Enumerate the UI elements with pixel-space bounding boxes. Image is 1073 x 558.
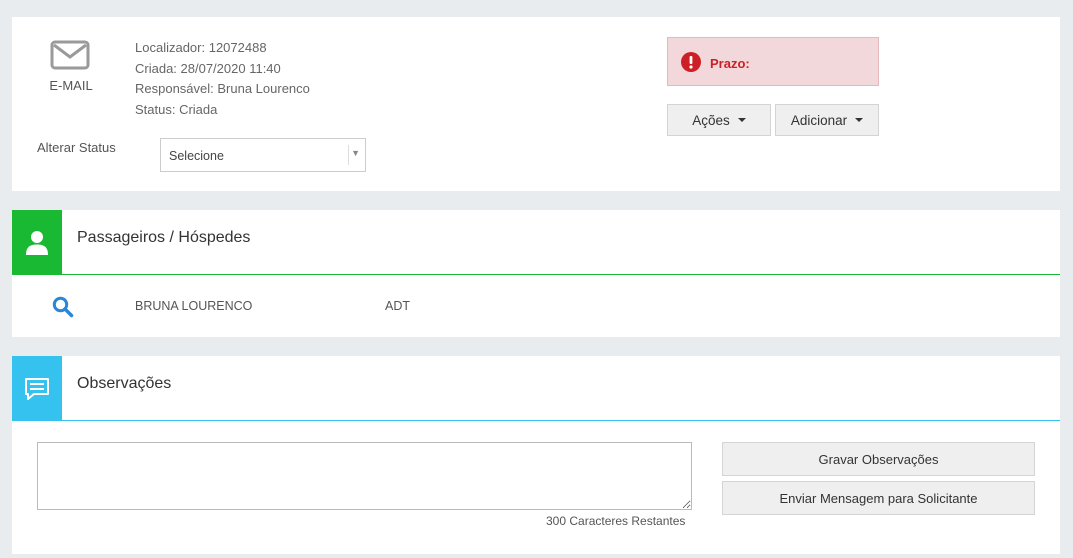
passenger-name: BRUNA LOURENCO <box>135 299 253 313</box>
passengers-card: Passageiros / Hóspedes BRUNA LOURENCO AD… <box>12 210 1060 337</box>
observations-title: Observações <box>77 375 172 392</box>
localizador-text: Localizador: 12072488 <box>135 40 267 55</box>
responsible-text: Responsável: Bruna Lourenco <box>135 81 310 96</box>
send-message-label: Enviar Mensagem para Solicitante <box>779 490 978 506</box>
channel-label: E-MAIL <box>49 78 93 93</box>
user-icon <box>12 210 62 275</box>
caret-down-icon <box>855 118 864 122</box>
acoes-dropdown-button[interactable]: Ações <box>667 104 771 136</box>
created-text: Criada: 28/07/2020 11:40 <box>135 60 281 76</box>
exclamation-icon <box>681 52 701 77</box>
chevron-down-icon: ▼ <box>351 148 360 158</box>
deadline-alert: Prazo: <box>667 37 879 86</box>
select-divider <box>348 145 349 165</box>
observations-textarea[interactable] <box>37 442 692 510</box>
status-select[interactable]: Selecione ▼ <box>160 138 366 172</box>
adicionar-dropdown-button[interactable]: Adicionar <box>775 104 879 136</box>
deadline-label: Prazo: <box>710 56 750 71</box>
status-text: Status: Criada <box>135 101 218 117</box>
observations-card: Observações 300 Caracteres Restantes Gra… <box>12 356 1060 554</box>
section-divider <box>12 420 1060 421</box>
passengers-title: Passageiros / Hóspedes <box>77 229 251 246</box>
comment-icon <box>12 356 62 421</box>
save-observations-label: Gravar Observações <box>818 451 939 467</box>
alterar-status-label: Alterar Status <box>37 140 116 155</box>
passenger-type: ADT <box>385 299 410 313</box>
characters-remaining: 300 Caracteres Restantes <box>546 514 686 528</box>
section-divider <box>12 274 1060 275</box>
adicionar-label: Adicionar <box>790 112 848 128</box>
observations-header: Observações <box>12 356 1060 421</box>
passengers-header: Passageiros / Hóspedes <box>12 210 1060 275</box>
acoes-label: Ações <box>692 112 730 128</box>
send-message-button[interactable]: Enviar Mensagem para Solicitante <box>722 481 1035 515</box>
status-select-value: Selecione <box>169 149 224 163</box>
envelope-icon <box>50 39 90 76</box>
request-summary-card: E-MAIL Localizador: 12072488 Criada: 28/… <box>12 17 1060 191</box>
save-observations-button[interactable]: Gravar Observações <box>722 442 1035 476</box>
request-info: Localizador: 12072488 Criada: 28/07/2020… <box>135 38 310 120</box>
caret-down-icon <box>737 118 746 122</box>
search-icon[interactable] <box>52 296 74 323</box>
